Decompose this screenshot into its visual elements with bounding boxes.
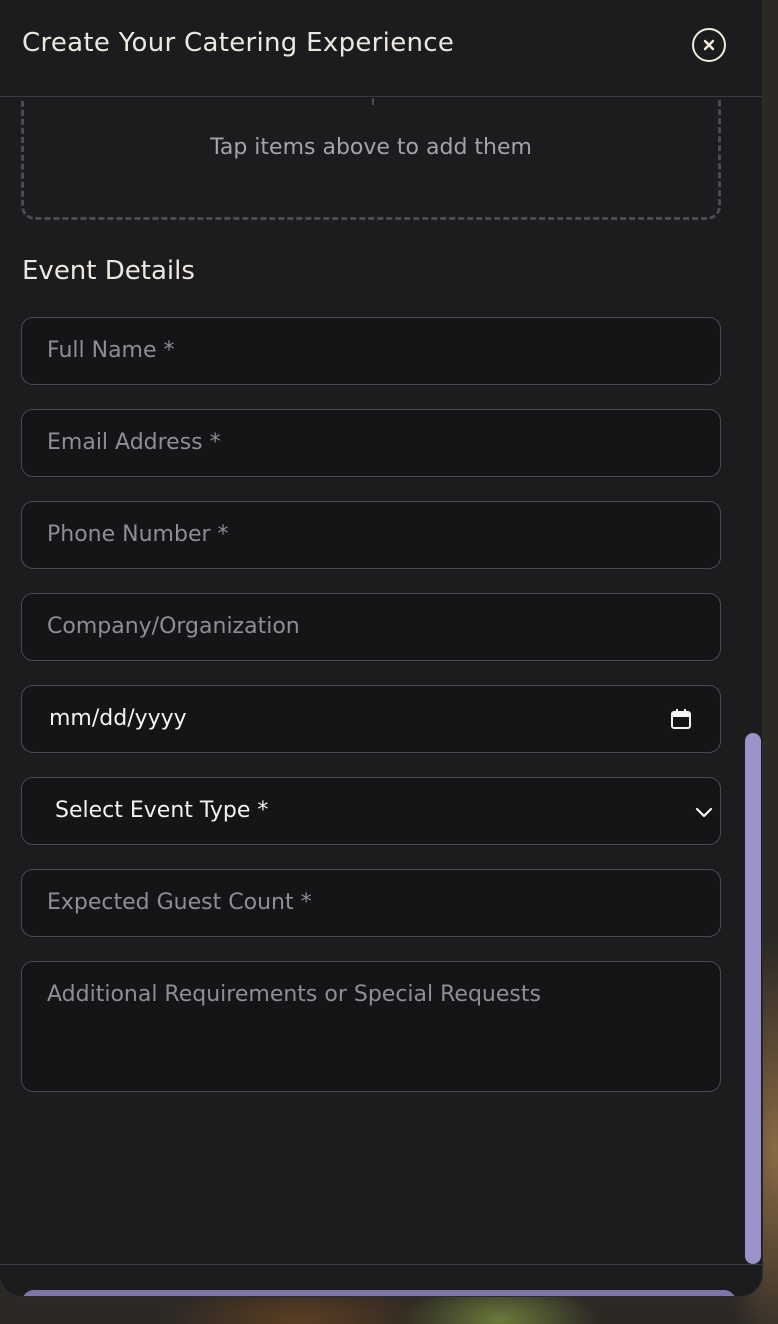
close-icon: [703, 39, 715, 51]
submit-button[interactable]: [22, 1290, 736, 1296]
selected-items-dropzone: Tap items above to add them: [21, 98, 721, 220]
email-input[interactable]: Email Address *: [21, 409, 721, 477]
guest-count-input[interactable]: Expected Guest Count *: [21, 869, 721, 937]
event-date-input[interactable]: mm/dd/yyyy: [21, 685, 721, 753]
close-button[interactable]: [692, 28, 726, 62]
chevron-down-icon: [695, 807, 713, 818]
event-type-value: Select Event Type *: [55, 798, 269, 823]
company-input[interactable]: Company/Organization: [21, 593, 721, 661]
phone-placeholder: Phone Number *: [47, 522, 229, 547]
footer-divider: [0, 1264, 762, 1265]
special-requests-placeholder: Additional Requirements or Special Reque…: [47, 982, 541, 1007]
catering-modal: Create Your Catering Experience Tap item…: [0, 0, 762, 1296]
full-name-input[interactable]: Full Name *: [21, 317, 721, 385]
dropzone-divider: [372, 98, 374, 105]
full-name-placeholder: Full Name *: [47, 338, 175, 363]
scrollbar-thumb[interactable]: [745, 733, 761, 1264]
event-date-value: mm/dd/yyyy: [49, 706, 187, 731]
modal-title: Create Your Catering Experience: [22, 28, 455, 58]
email-placeholder: Email Address *: [47, 430, 221, 455]
event-details-title: Event Details: [22, 256, 195, 286]
company-placeholder: Company/Organization: [47, 614, 300, 639]
special-requests-textarea[interactable]: Additional Requirements or Special Reque…: [21, 961, 721, 1092]
calendar-icon[interactable]: [670, 708, 692, 730]
phone-input[interactable]: Phone Number *: [21, 501, 721, 569]
dropzone-hint: Tap items above to add them: [210, 135, 532, 160]
guest-count-placeholder: Expected Guest Count *: [47, 890, 312, 915]
modal-scroll-body[interactable]: Tap items above to add them Event Detail…: [0, 98, 762, 1264]
modal-header: Create Your Catering Experience: [0, 0, 762, 97]
event-type-select[interactable]: Select Event Type *: [21, 777, 721, 845]
